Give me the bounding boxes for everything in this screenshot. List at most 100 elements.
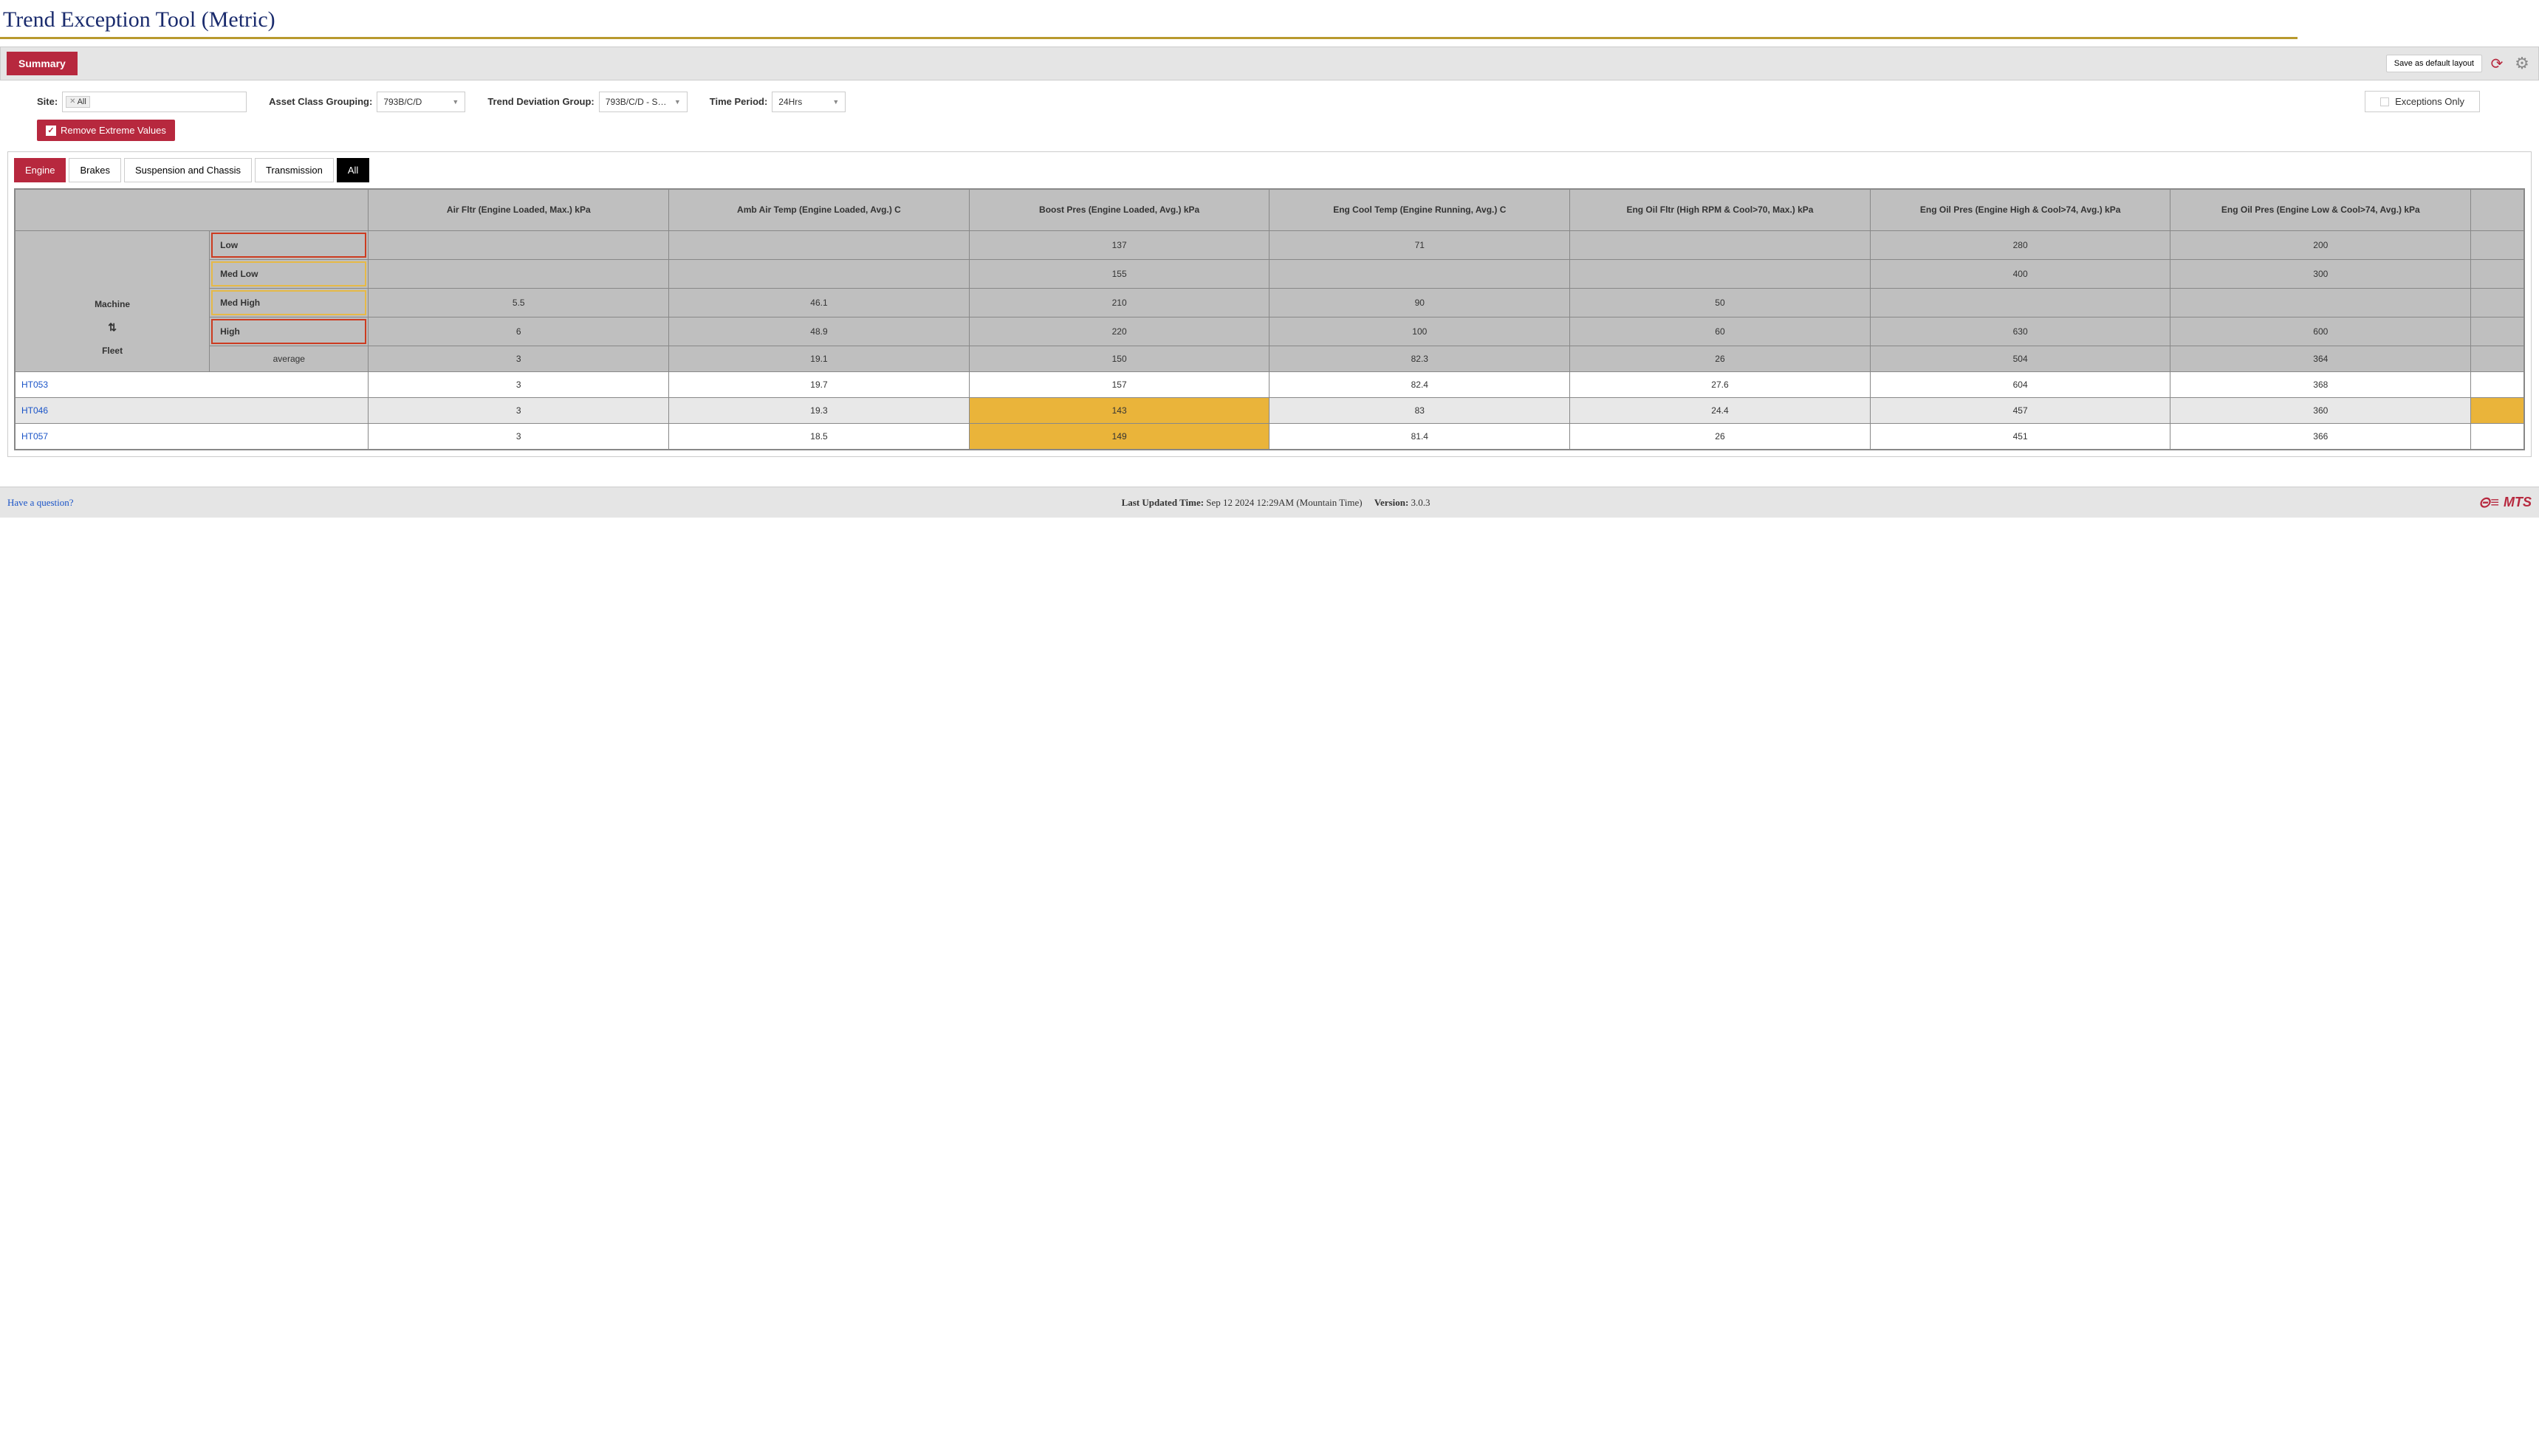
- have-question-link[interactable]: Have a question?: [7, 497, 74, 508]
- threshold-value: [2170, 289, 2471, 317]
- threshold-value: [369, 260, 669, 289]
- column-header[interactable]: Eng Oil Pres (Engine Low & Cool>74, Avg.…: [2170, 190, 2471, 231]
- threshold-value: [1270, 260, 1570, 289]
- remove-extreme-button[interactable]: ✓Remove Extreme Values: [37, 120, 175, 141]
- tab-brakes[interactable]: Brakes: [69, 158, 120, 182]
- data-cell: 604: [1870, 372, 2170, 398]
- site-input[interactable]: ✕All: [62, 92, 247, 112]
- site-tag-label: All: [78, 97, 86, 106]
- threshold-value: 90: [1270, 289, 1570, 317]
- column-header[interactable]: Eng Oil Fltr (High RPM & Cool>70, Max.) …: [1570, 190, 1871, 231]
- updated-label: Last Updated Time:: [1122, 497, 1204, 508]
- sort-icon[interactable]: ⇅: [20, 321, 205, 334]
- threshold-level: High: [210, 317, 369, 346]
- table-row: HT046319.31438324.4457360: [16, 398, 2524, 424]
- table-container: Air Fltr (Engine Loaded, Max.) kPaAmb Ai…: [14, 188, 2525, 450]
- threshold-value: [369, 231, 669, 260]
- data-cell: 143: [969, 398, 1270, 424]
- data-cell: 457: [1870, 398, 2170, 424]
- trend-dev-dropdown[interactable]: 793B/C/D - S…▼: [599, 92, 688, 112]
- machine-link[interactable]: HT046: [21, 405, 48, 416]
- refresh-icon: ⟳: [2491, 55, 2504, 73]
- average-value: 364: [2170, 346, 2471, 372]
- data-cell: 149: [969, 424, 1270, 450]
- threshold-value: 100: [1270, 317, 1570, 346]
- brand: ⊝≡MTS: [2478, 493, 2532, 512]
- site-tag-all[interactable]: ✕All: [66, 96, 90, 108]
- machine-cell: HT057: [16, 424, 369, 450]
- cell-overflow: [2471, 398, 2524, 424]
- asset-class-dropdown[interactable]: 793B/C/D▼: [377, 92, 465, 112]
- column-header[interactable]: Boost Pres (Engine Loaded, Avg.) kPa: [969, 190, 1270, 231]
- threshold-value: 220: [969, 317, 1270, 346]
- corner-cell: [16, 190, 369, 231]
- data-table: Air Fltr (Engine Loaded, Max.) kPaAmb Ai…: [15, 189, 2524, 450]
- exceptions-only-toggle[interactable]: Exceptions Only: [2365, 91, 2480, 112]
- data-cell: 19.7: [669, 372, 970, 398]
- threshold-value: 600: [2170, 317, 2471, 346]
- threshold-value: 50: [1570, 289, 1871, 317]
- threshold-value: 210: [969, 289, 1270, 317]
- average-label: average: [210, 346, 369, 372]
- checkbox-icon: [2380, 97, 2389, 106]
- chevron-down-icon: ▼: [452, 98, 459, 106]
- save-layout-button[interactable]: Save as default layout: [2386, 55, 2482, 72]
- cell-overflow: [2471, 372, 2524, 398]
- threshold-value: 300: [2170, 260, 2471, 289]
- threshold-value: 155: [969, 260, 1270, 289]
- data-cell: 157: [969, 372, 1270, 398]
- column-header-overflow: [2471, 190, 2524, 231]
- threshold-value: [1570, 231, 1871, 260]
- data-cell: 24.4: [1570, 398, 1871, 424]
- data-cell: 18.5: [669, 424, 970, 450]
- summary-tab[interactable]: Summary: [7, 52, 78, 75]
- tab-transmission[interactable]: Transmission: [255, 158, 334, 182]
- table-row: HT057318.514981.426451366: [16, 424, 2524, 450]
- threshold-value: 60: [1570, 317, 1871, 346]
- cell-overflow: [2471, 289, 2524, 317]
- data-cell: 360: [2170, 398, 2471, 424]
- tab-engine[interactable]: Engine: [14, 158, 66, 182]
- cell-overflow: [2471, 346, 2524, 372]
- data-cell: 368: [2170, 372, 2471, 398]
- threshold-value: 46.1: [669, 289, 970, 317]
- chevron-down-icon: ▼: [832, 98, 839, 106]
- version-value: 3.0.3: [1411, 497, 1430, 508]
- machine-cell: HT053: [16, 372, 369, 398]
- settings-button[interactable]: ⚙: [2512, 53, 2532, 74]
- time-period-value: 24Hrs: [778, 97, 802, 107]
- site-label: Site:: [37, 96, 58, 107]
- fleet-label: Fleet: [20, 346, 205, 356]
- data-cell: 3: [369, 372, 669, 398]
- column-header[interactable]: Eng Oil Pres (Engine High & Cool>74, Avg…: [1870, 190, 2170, 231]
- cell-overflow: [2471, 317, 2524, 346]
- column-header[interactable]: Air Fltr (Engine Loaded, Max.) kPa: [369, 190, 669, 231]
- remove-tag-icon[interactable]: ✕: [69, 97, 75, 106]
- threshold-value: 6: [369, 317, 669, 346]
- threshold-value: [669, 231, 970, 260]
- tab-suspension-and-chassis[interactable]: Suspension and Chassis: [124, 158, 252, 182]
- machine-header-cell: Machine ⇅ Fleet: [16, 231, 210, 372]
- machine-link[interactable]: HT053: [21, 380, 48, 390]
- machine-cell: HT046: [16, 398, 369, 424]
- version-label: Version:: [1374, 497, 1408, 508]
- threshold-value: 200: [2170, 231, 2471, 260]
- average-value: 504: [1870, 346, 2170, 372]
- main-panel: EngineBrakesSuspension and ChassisTransm…: [7, 151, 2532, 457]
- data-cell: 451: [1870, 424, 2170, 450]
- refresh-button[interactable]: ⟳: [2487, 53, 2507, 74]
- threshold-value: [669, 260, 970, 289]
- machine-label: Machine: [20, 299, 205, 309]
- exceptions-only-label: Exceptions Only: [2395, 96, 2464, 107]
- threshold-value: 71: [1270, 231, 1570, 260]
- remove-extreme-label: Remove Extreme Values: [61, 125, 166, 136]
- column-header[interactable]: Amb Air Temp (Engine Loaded, Avg.) C: [669, 190, 970, 231]
- column-header[interactable]: Eng Cool Temp (Engine Running, Avg.) C: [1270, 190, 1570, 231]
- data-cell: 19.3: [669, 398, 970, 424]
- tab-all[interactable]: All: [337, 158, 369, 182]
- threshold-value: [1570, 260, 1871, 289]
- time-period-dropdown[interactable]: 24Hrs ▼: [772, 92, 846, 112]
- asset-class-label: Asset Class Grouping:: [269, 96, 372, 107]
- machine-link[interactable]: HT057: [21, 431, 48, 442]
- brand-text: MTS: [2504, 495, 2532, 510]
